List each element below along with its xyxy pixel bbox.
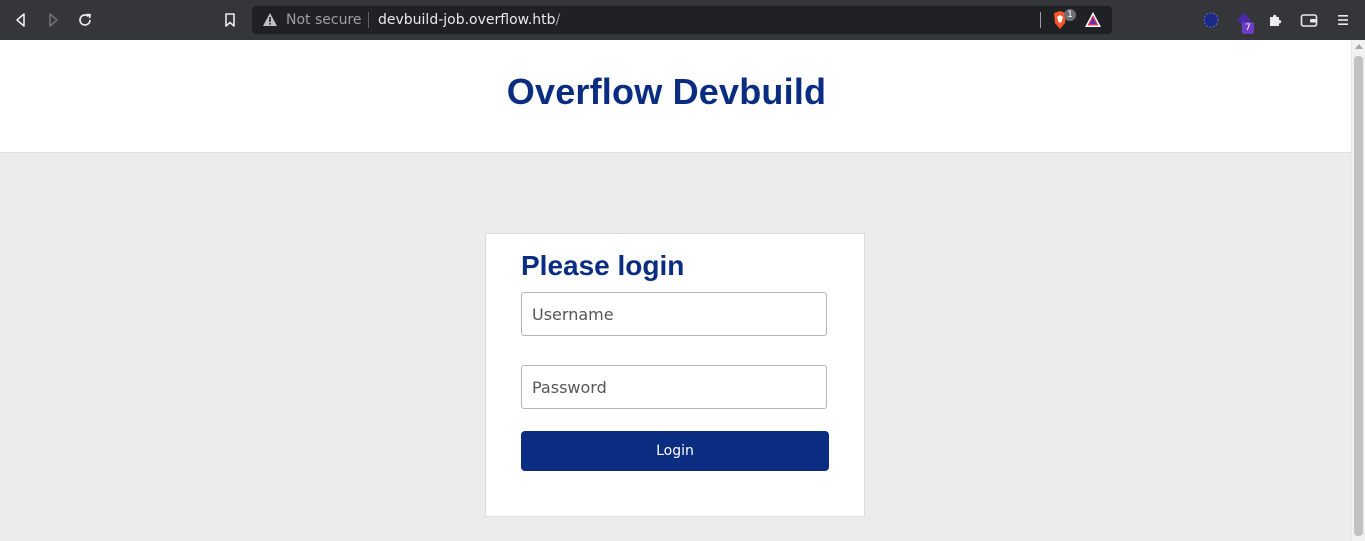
url-path: / [555,12,561,28]
menu-icon[interactable] [1331,8,1355,32]
warning-icon[interactable] [262,12,278,31]
url-text[interactable]: devbuild-job.overflow.htb/ [378,11,560,29]
site-title: Overflow Devbuild [506,71,827,112]
scroll-thumb[interactable] [1354,56,1363,536]
forward-arrow-icon[interactable] [41,8,65,32]
back-arrow-icon[interactable] [9,8,33,32]
wallet-icon[interactable] [1297,8,1321,32]
bookmark-icon[interactable] [218,8,242,32]
page-viewport: Overflow Devbuild Please login Login [0,40,1351,541]
vpn-icon[interactable] [1199,8,1223,32]
shield-count-badge: 1 [1064,9,1076,21]
browser-toolbar: Not secure devbuild-job.overflow.htb/ 1 … [0,0,1365,40]
reload-icon[interactable] [73,8,97,32]
login-form: Please login Login [485,233,865,517]
brave-rewards-icon[interactable] [1084,11,1102,32]
url-host: devbuild-job.overflow.htb [378,12,556,28]
login-button[interactable]: Login [521,431,829,471]
address-bar[interactable]: Not secure devbuild-job.overflow.htb/ 1 [252,6,1112,34]
scroll-up-arrow-icon[interactable] [1355,44,1363,49]
vertical-scrollbar[interactable] [1351,40,1365,541]
login-heading: Please login [521,250,685,281]
extension-badge: 7 [1242,22,1254,34]
password-input[interactable] [521,365,827,409]
security-status[interactable]: Not secure [286,11,362,29]
username-input[interactable] [521,292,827,336]
puzzle-icon[interactable] [1263,8,1287,32]
omnibox-divider [368,12,369,28]
omnibox-divider-right [1040,12,1041,28]
site-header: Overflow Devbuild [0,40,1351,153]
